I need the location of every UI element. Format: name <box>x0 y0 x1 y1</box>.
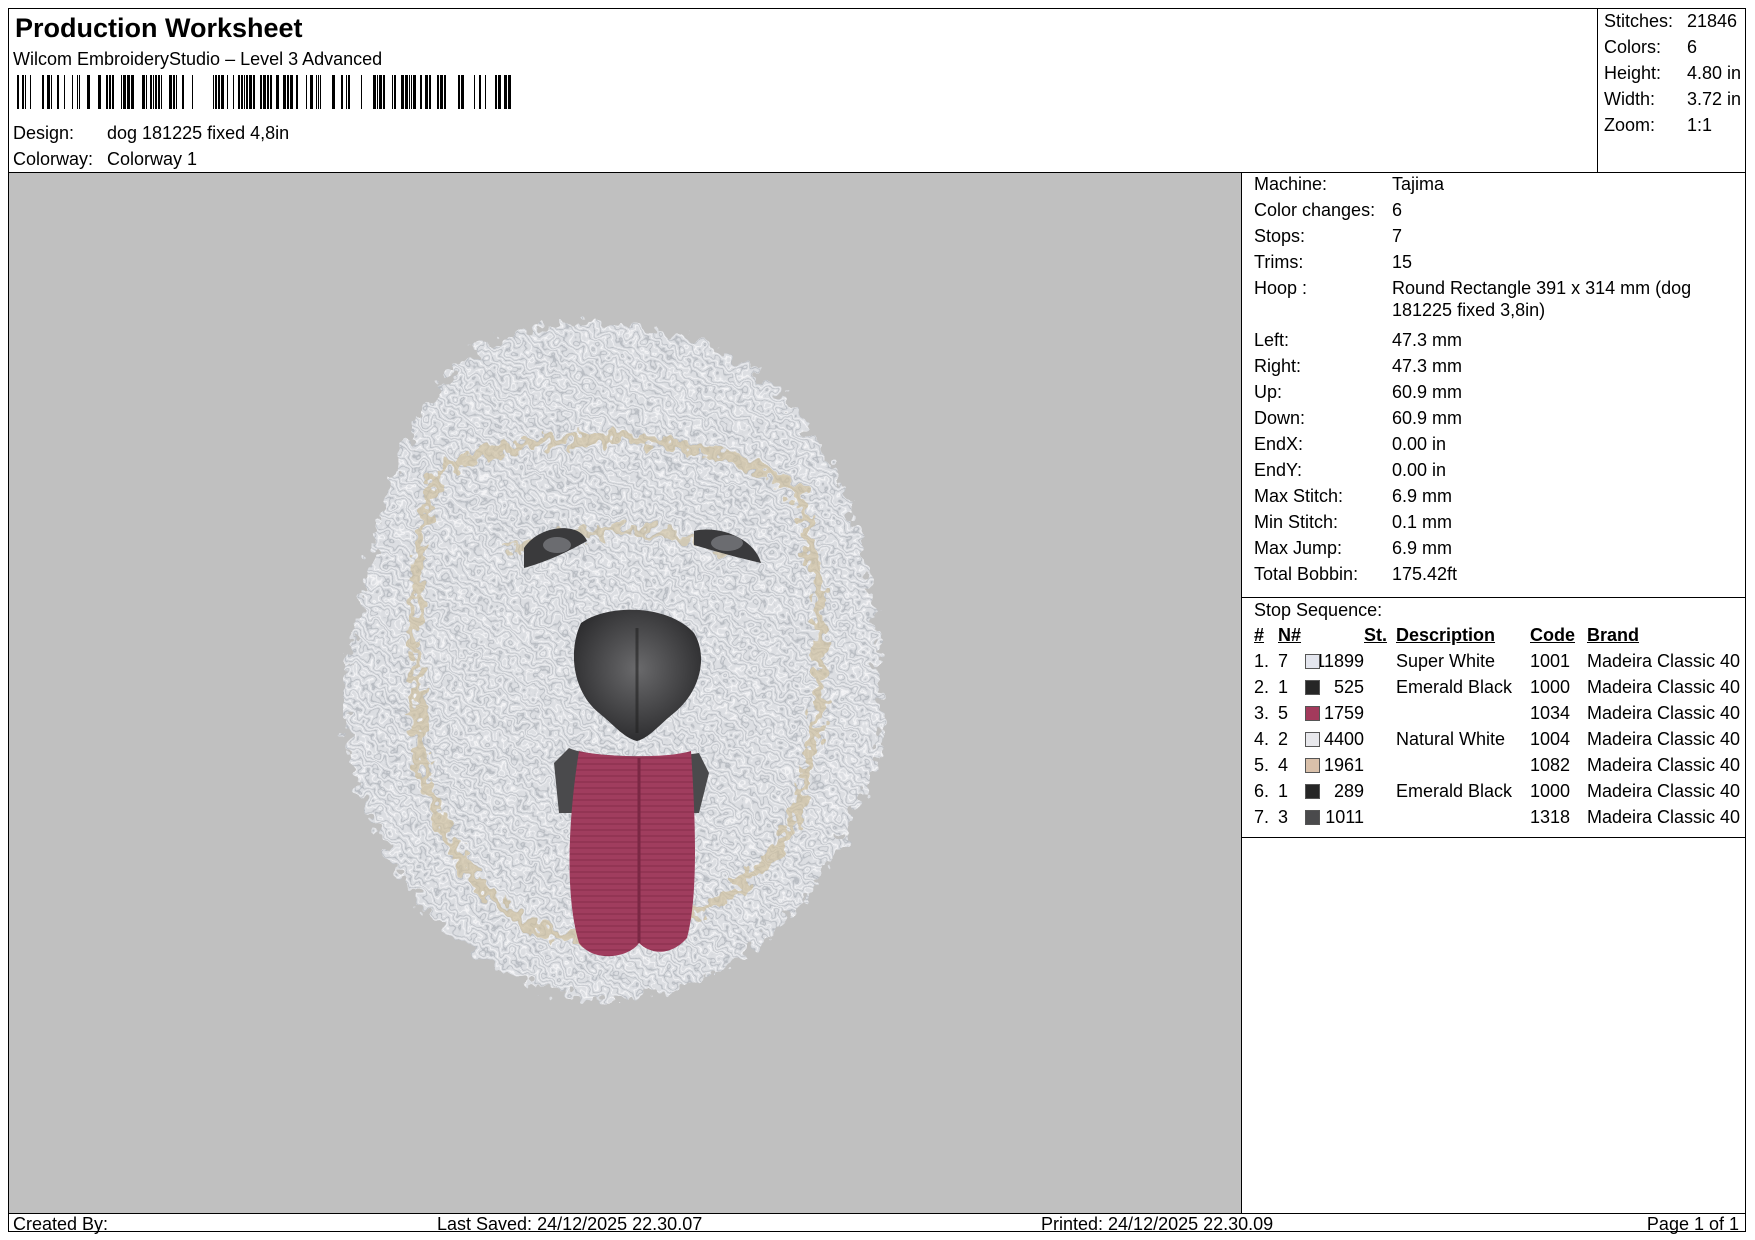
stop-number: 6. <box>1254 781 1270 801</box>
colorway-value: Colorway 1 <box>107 149 198 169</box>
thread-color-swatch <box>1305 810 1320 825</box>
stop-row: 1. 7 11899 Super White 1001 Madeira Classic 4… <box>1242 651 1745 675</box>
needle-number: 2 <box>1278 729 1289 749</box>
stat-zoom: Zoom: 1:1 <box>1604 115 1713 135</box>
page-number: Page 1 of 1 <box>1646 1214 1739 1234</box>
last-saved: Last Saved: 24/12/2025 22.30.07 <box>437 1214 703 1234</box>
page-title: Production Worksheet <box>15 13 303 43</box>
thread-color-swatch <box>1305 680 1320 695</box>
thread-brand: Madeira Classic 40 <box>1587 677 1741 697</box>
needle-number: 3 <box>1278 807 1289 827</box>
needle-number: 1 <box>1278 677 1289 697</box>
thread-description: Emerald Black <box>1396 677 1513 697</box>
thread-description: Super White <box>1396 651 1496 671</box>
design-value: dog 181225 fixed 4,8in <box>107 123 290 143</box>
stat-colors: Colors: 6 <box>1604 37 1698 57</box>
stat-width: Width: 3.72 in <box>1604 89 1742 109</box>
needle-number: 1 <box>1278 781 1289 801</box>
thread-color-swatch <box>1305 758 1320 773</box>
stat-stitches: Stitches: 21846 <box>1604 11 1738 31</box>
stop-sequence-header: # N# St. Description Code Brand <box>1254 625 1640 645</box>
thread-code: 1001 <box>1530 651 1571 671</box>
stop-row: 2. 1 525 Emerald Black 1000 Madeira Classic 4… <box>1242 677 1745 701</box>
footer: Created By: Last Saved: 24/12/2025 22.30… <box>9 1213 1745 1234</box>
thread-color-swatch <box>1305 654 1320 669</box>
info-panel: Machine: Tajima Color changes: 6 Stops: 7 T… <box>1242 173 1745 1213</box>
needle-number: 7 <box>1278 651 1289 671</box>
thread-description: Natural White <box>1396 729 1506 749</box>
colorway-label: Colorway: <box>13 149 94 169</box>
thread-color-swatch <box>1305 706 1320 721</box>
design-label: Design: <box>13 123 75 143</box>
stitch-count: 1011 <box>1325 807 1364 827</box>
worksheet: Production Worksheet Wilcom EmbroiderySt… <box>8 8 1746 1234</box>
thread-code: 1000 <box>1530 781 1571 801</box>
design-preview[interactable] <box>9 173 1242 1213</box>
thread-code: 1034 <box>1530 703 1571 723</box>
needle-number: 4 <box>1278 755 1289 775</box>
thread-brand: Madeira Classic 40 <box>1587 651 1741 671</box>
stop-number: 3. <box>1254 703 1270 723</box>
thread-description: Emerald Black <box>1396 781 1513 801</box>
stop-number: 4. <box>1254 729 1270 749</box>
divider <box>1242 837 1745 838</box>
stop-number: 2. <box>1254 677 1270 697</box>
thread-code: 1082 <box>1530 755 1571 775</box>
stop-row: 7. 3 1011 1318 Madeira Classic 40 <box>1242 807 1745 831</box>
created-by: Created By: <box>13 1214 109 1234</box>
stop-number: 1. <box>1254 651 1270 671</box>
stop-number: 5. <box>1254 755 1270 775</box>
design-row: Design: dog 181225 fixed 4,8in <box>13 123 289 144</box>
stop-sequence-title: Stop Sequence: <box>1254 600 1383 620</box>
stop-number: 7. <box>1254 807 1270 827</box>
tongue-shape <box>569 751 695 957</box>
stitch-count: 4400 <box>1323 729 1364 749</box>
header: Production Worksheet Wilcom EmbroiderySt… <box>9 9 1745 173</box>
stop-row: 5. 4 1961 1082 Madeira Classic 40 <box>1242 755 1745 779</box>
thread-code: 1000 <box>1530 677 1571 697</box>
stitch-count: 11899 <box>1315 651 1364 671</box>
stitch-count: 289 <box>1333 781 1364 801</box>
thread-code: 1004 <box>1530 729 1571 749</box>
thread-brand: Madeira Classic 40 <box>1587 781 1741 801</box>
thread-brand: Madeira Classic 40 <box>1587 703 1741 723</box>
barcode <box>17 75 511 109</box>
thread-color-swatch <box>1305 784 1320 799</box>
software-name: Wilcom EmbroideryStudio – Level 3 Advanc… <box>13 49 383 69</box>
stop-row: 4. 2 4400 Natural White 1004 Madeira Classic … <box>1242 729 1745 753</box>
stop-row: 6. 1 289 Emerald Black 1000 Madeira Classic 4… <box>1242 781 1745 805</box>
stitch-count: 1759 <box>1323 703 1364 723</box>
thread-brand: Madeira Classic 40 <box>1587 729 1741 749</box>
thread-brand: Madeira Classic 40 <box>1587 807 1741 827</box>
thread-code: 1318 <box>1530 807 1571 827</box>
divider <box>1242 597 1745 598</box>
thread-color-swatch <box>1305 732 1320 747</box>
stitch-count: 525 <box>1333 677 1364 697</box>
colorway-row: Colorway: Colorway 1 <box>13 149 197 170</box>
stop-row: 3. 5 1759 1034 Madeira Classic 40 <box>1242 703 1745 727</box>
stats-box: Stitches: 21846 Colors: 6 Height: 4.80 in W… <box>1597 9 1745 173</box>
printed-date: Printed: 24/12/2025 22.30.09 <box>1041 1214 1274 1234</box>
needle-number: 5 <box>1278 703 1289 723</box>
dog-embroidery-image <box>345 323 883 999</box>
stat-height: Height: 4.80 in <box>1604 63 1742 83</box>
stitch-count: 1961 <box>1323 755 1364 775</box>
thread-brand: Madeira Classic 40 <box>1587 755 1741 775</box>
